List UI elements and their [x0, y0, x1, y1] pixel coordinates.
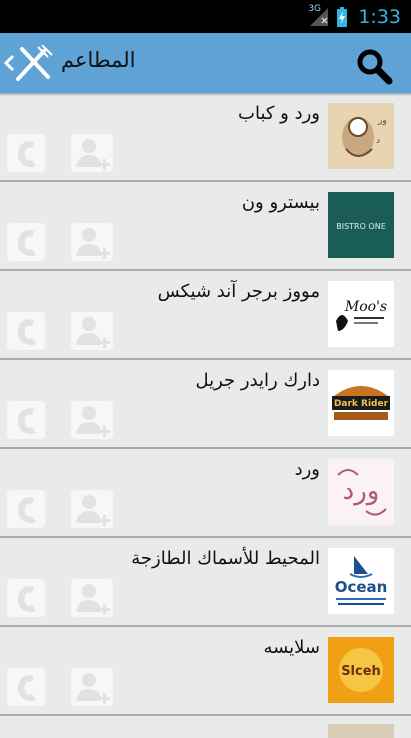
status-bar: 3G 1:33: [0, 0, 411, 33]
restaurant-logo: ورد: [328, 459, 394, 525]
add-contact-icon[interactable]: [70, 222, 114, 262]
add-contact-icon[interactable]: [70, 578, 114, 618]
list-item[interactable]: Dark Rider دارك رايدر جريل: [0, 360, 411, 449]
phone-icon[interactable]: [6, 133, 46, 173]
phone-icon[interactable]: [6, 311, 46, 351]
phone-icon[interactable]: [6, 222, 46, 262]
svg-text:ور: ور: [377, 116, 387, 126]
restaurant-name: بيسترو ون: [241, 192, 320, 213]
logo-text: Moo's: [344, 299, 387, 315]
add-contact-icon[interactable]: [70, 489, 114, 529]
logo-text: Slceh: [341, 664, 381, 679]
list-item[interactable]: Moo's مووز برجر آند شيكس: [0, 271, 411, 360]
restaurant-name: دارك رايدر جريل: [195, 370, 320, 391]
restaurant-logo: Ocean: [328, 548, 394, 614]
restaurant-name: المحيط للأسماك الطازجة: [131, 548, 320, 569]
add-contact-icon[interactable]: [70, 133, 114, 173]
restaurant-name: ورد: [294, 459, 320, 480]
restaurant-list[interactable]: ور د ورد و كباب BISTRO ONE بيسترو ون Moo…: [0, 93, 411, 738]
logo-text: BISTRO ONE: [336, 222, 386, 231]
network-signal-icon: 3G: [308, 4, 330, 28]
page-title: المطاعم: [61, 48, 136, 72]
list-item-partial[interactable]: [0, 716, 411, 738]
list-item[interactable]: BISTRO ONE بيسترو ون: [0, 182, 411, 271]
logo-text: Dark Rider: [334, 399, 389, 409]
phone-icon[interactable]: [6, 667, 46, 707]
restaurant-logo: [328, 724, 394, 738]
restaurant-logo: BISTRO ONE: [328, 192, 394, 258]
clock: 1:33: [358, 6, 401, 28]
phone-icon[interactable]: [6, 489, 46, 529]
list-item[interactable]: ور د ورد و كباب: [0, 93, 411, 182]
restaurant-logo: ور د: [328, 103, 394, 169]
search-icon[interactable]: [355, 47, 393, 85]
add-contact-icon[interactable]: [70, 400, 114, 440]
battery-charging-icon: [337, 7, 348, 27]
status-icons: 3G 1:33: [308, 4, 401, 28]
add-contact-icon[interactable]: [70, 667, 114, 707]
fork-knife-icon[interactable]: [12, 45, 56, 83]
logo-text: ورد: [343, 476, 380, 506]
restaurant-name: ورد و كباب: [238, 103, 320, 124]
phone-icon[interactable]: [6, 400, 46, 440]
restaurant-logo: Slceh: [328, 637, 394, 703]
restaurant-logo: Moo's: [328, 281, 394, 347]
restaurant-name: سلايسه: [263, 637, 320, 658]
action-bar: المطاعم: [0, 33, 411, 93]
list-item[interactable]: Slceh سلايسه: [0, 627, 411, 716]
svg-text:د: د: [376, 136, 380, 146]
add-contact-icon[interactable]: [70, 311, 114, 351]
list-item[interactable]: ورد ورد: [0, 449, 411, 538]
restaurant-name: مووز برجر آند شيكس: [157, 281, 320, 302]
restaurant-logo: Dark Rider: [328, 370, 394, 436]
list-item[interactable]: Ocean المحيط للأسماك الطازجة: [0, 538, 411, 627]
phone-icon[interactable]: [6, 578, 46, 618]
logo-text: Ocean: [335, 578, 388, 596]
